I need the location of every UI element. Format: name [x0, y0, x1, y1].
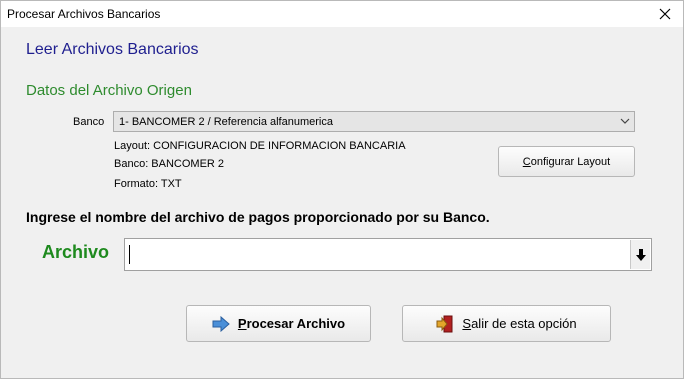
layout-info: Layout: CONFIGURACION DE INFORMACION BAN… [114, 140, 406, 152]
dialog-window: Procesar Archivos Bancarios Leer Archivo… [0, 0, 684, 379]
formato-info: Formato: TXT [114, 178, 182, 190]
close-icon [659, 8, 671, 20]
exit-door-icon [436, 315, 454, 333]
archivo-label: Archivo [42, 242, 110, 262]
arrow-down-icon [635, 248, 646, 261]
salir-button[interactable]: Salir de esta opción [402, 305, 611, 342]
salir-label: Salir de esta opción [462, 316, 577, 331]
procesar-archivo-button[interactable]: Procesar Archivo [186, 305, 371, 342]
procesar-archivo-label: Procesar Archivo [237, 316, 346, 331]
arrow-right-icon [212, 315, 230, 332]
banco-selected-value: 1- BANCOMER 2 / Referencia alfanumerica [119, 116, 333, 128]
chevron-down-icon [620, 118, 630, 124]
section-title: Datos del Archivo Origen [26, 82, 192, 99]
banco-select[interactable]: 1- BANCOMER 2 / Referencia alfanumerica [113, 111, 635, 132]
close-button[interactable] [647, 1, 683, 27]
window-title: Procesar Archivos Bancarios [7, 7, 161, 21]
text-caret [129, 245, 130, 264]
page-title: Leer Archivos Bancarios [26, 41, 199, 58]
title-bar: Procesar Archivos Bancarios [1, 1, 683, 27]
archivo-input[interactable] [124, 238, 652, 271]
configurar-layout-label: Configurar Layout [522, 155, 611, 168]
browse-button[interactable] [630, 240, 650, 269]
archivo-prompt: Ingrese el nombre del archivo de pagos p… [26, 209, 490, 225]
configurar-layout-button[interactable]: Configurar Layout [498, 146, 635, 177]
banco-label: Banco [73, 116, 105, 128]
banco-info: Banco: BANCOMER 2 [114, 158, 225, 170]
